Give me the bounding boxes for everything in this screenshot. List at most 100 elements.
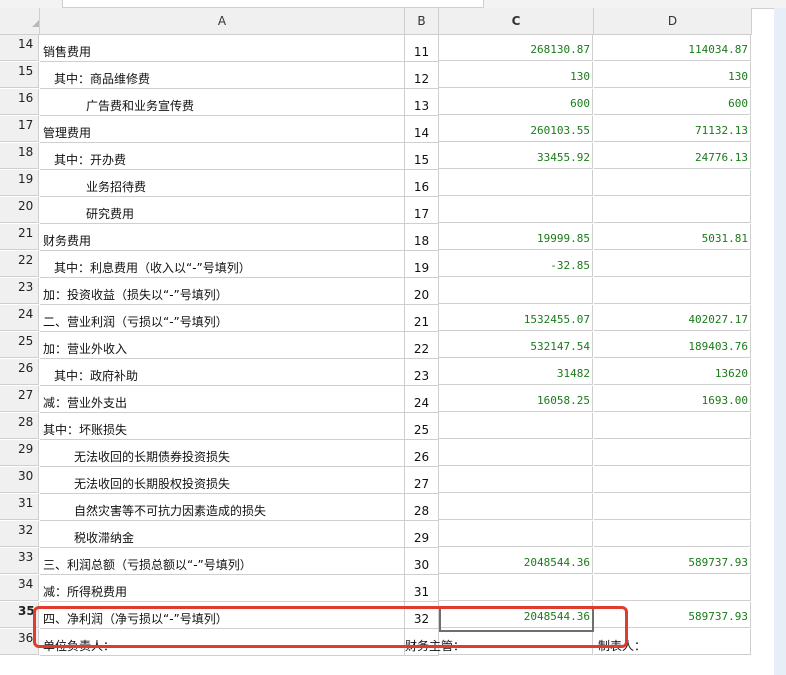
cell-line-number[interactable]: 24 bbox=[405, 386, 439, 413]
cell-line-number[interactable]: 23 bbox=[405, 359, 439, 386]
cell-item-name[interactable]: 减：所得税费用 bbox=[40, 575, 405, 602]
cell-prior-amount[interactable]: 600 bbox=[594, 89, 751, 115]
cell-prior-amount[interactable] bbox=[594, 440, 751, 466]
row-header[interactable]: 21 bbox=[0, 224, 39, 250]
cell-item-name[interactable]: 无法收回的长期股权投资损失 bbox=[40, 467, 405, 494]
cell-prior-amount[interactable] bbox=[594, 197, 751, 223]
row-header[interactable]: 14 bbox=[0, 35, 39, 61]
cell-prior-amount[interactable] bbox=[594, 278, 751, 304]
cell-item-name[interactable]: 其中：坏账损失 bbox=[40, 413, 405, 440]
formula-input[interactable] bbox=[62, 0, 484, 8]
row-header[interactable]: 19 bbox=[0, 170, 39, 196]
cell-current-amount[interactable]: 268130.87 bbox=[439, 35, 593, 61]
cell-current-amount[interactable]: 600 bbox=[439, 89, 593, 115]
cell-prior-amount[interactable] bbox=[594, 251, 751, 277]
cell-current-amount[interactable] bbox=[439, 575, 593, 601]
cell-line-number[interactable]: 15 bbox=[405, 143, 439, 170]
row-header[interactable]: 25 bbox=[0, 332, 39, 358]
cell-current-amount[interactable] bbox=[439, 197, 593, 223]
cell-item-name[interactable]: 其中：政府补助 bbox=[40, 359, 405, 386]
cell-item-name[interactable]: 业务招待费 bbox=[40, 170, 405, 197]
cell-line-number[interactable]: 17 bbox=[405, 197, 439, 224]
select-all-corner[interactable] bbox=[0, 8, 40, 35]
cell-prior-amount[interactable]: 589737.93 bbox=[594, 548, 751, 574]
cell-prior-amount[interactable]: 24776.13 bbox=[594, 143, 751, 169]
cell-line-number[interactable]: 30 bbox=[405, 548, 439, 575]
cell-line-number[interactable]: 27 bbox=[405, 467, 439, 494]
cell-line-number[interactable]: 20 bbox=[405, 278, 439, 305]
row-header[interactable]: 29 bbox=[0, 440, 39, 466]
cell-item-name[interactable]: 无法收回的长期债券投资损失 bbox=[40, 440, 405, 467]
row-header[interactable]: 28 bbox=[0, 413, 39, 439]
cell-item-name[interactable]: 财务费用 bbox=[40, 224, 405, 251]
cell-current-amount[interactable]: 130 bbox=[439, 62, 593, 88]
cell-current-amount[interactable] bbox=[439, 278, 593, 304]
cell-line-number[interactable]: 16 bbox=[405, 170, 439, 197]
row-header[interactable]: 33 bbox=[0, 548, 39, 574]
cell-item-name[interactable]: 管理费用 bbox=[40, 116, 405, 143]
cell-line-number[interactable]: 26 bbox=[405, 440, 439, 467]
row-header[interactable]: 22 bbox=[0, 251, 39, 277]
cell-item-name[interactable]: 自然灾害等不可抗力因素造成的损失 bbox=[40, 494, 405, 521]
cell-item-name[interactable]: 加：投资收益（损失以“-”号填列） bbox=[40, 278, 405, 305]
cell-item-name[interactable]: 三、利润总额（亏损总额以“-”号填列） bbox=[40, 548, 405, 575]
column-header-a[interactable]: A bbox=[40, 8, 405, 35]
cell-current-amount[interactable] bbox=[439, 494, 593, 520]
cell-current-amount[interactable]: 2048544.36 bbox=[439, 602, 593, 628]
cell-line-number[interactable]: 31 bbox=[405, 575, 439, 602]
row-header[interactable]: 23 bbox=[0, 278, 39, 304]
cell-line-number[interactable]: 18 bbox=[405, 224, 439, 251]
cell-current-amount[interactable]: 16058.25 bbox=[439, 386, 593, 412]
cell-line-number[interactable]: 32 bbox=[405, 602, 439, 629]
row-header[interactable]: 32 bbox=[0, 521, 39, 547]
cell-current-amount[interactable]: 260103.55 bbox=[439, 116, 593, 142]
cell-prior-amount[interactable]: 制表人： bbox=[594, 629, 751, 655]
row-header[interactable]: 35 bbox=[0, 602, 39, 628]
cell-item-name[interactable]: 其中：商品维修费 bbox=[40, 62, 405, 89]
row-header[interactable]: 24 bbox=[0, 305, 39, 331]
column-header-c[interactable]: C bbox=[439, 8, 594, 35]
cell-prior-amount[interactable]: 589737.93 bbox=[594, 602, 751, 628]
cell-line-number[interactable]: 21 bbox=[405, 305, 439, 332]
cell-item-name[interactable]: 广告费和业务宣传费 bbox=[40, 89, 405, 116]
cell-current-amount[interactable]: 33455.92 bbox=[439, 143, 593, 169]
cell-item-name[interactable]: 二、营业利润（亏损以“-”号填列） bbox=[40, 305, 405, 332]
cell-line-number[interactable]: 29 bbox=[405, 521, 439, 548]
cell-prior-amount[interactable]: 130 bbox=[594, 62, 751, 88]
column-header-d[interactable]: D bbox=[594, 8, 752, 35]
cell-line-number[interactable]: 12 bbox=[405, 62, 439, 89]
row-header[interactable]: 20 bbox=[0, 197, 39, 223]
cell-prior-amount[interactable]: 13620 bbox=[594, 359, 751, 385]
cell-prior-amount[interactable]: 1693.00 bbox=[594, 386, 751, 412]
cell-current-amount[interactable]: 2048544.36 bbox=[439, 548, 593, 574]
cell-current-amount[interactable]: -32.85 bbox=[439, 251, 593, 277]
cell-prior-amount[interactable] bbox=[594, 170, 751, 196]
cell-line-number[interactable]: 19 bbox=[405, 251, 439, 278]
row-header[interactable]: 34 bbox=[0, 575, 39, 601]
cell-item-name[interactable]: 加：营业外收入 bbox=[40, 332, 405, 359]
cell-line-number[interactable]: 28 bbox=[405, 494, 439, 521]
cell-item-name[interactable]: 单位负责人： bbox=[40, 629, 405, 656]
cell-prior-amount[interactable] bbox=[594, 521, 751, 547]
row-header[interactable]: 16 bbox=[0, 89, 39, 115]
cell-prior-amount[interactable] bbox=[594, 494, 751, 520]
cell-line-number[interactable]: 财务主管： bbox=[405, 629, 465, 656]
cell-item-name[interactable]: 四、净利润（净亏损以“-”号填列） bbox=[40, 602, 405, 629]
cell-current-amount[interactable]: 532147.54 bbox=[439, 332, 593, 358]
cell-prior-amount[interactable]: 5031.81 bbox=[594, 224, 751, 250]
cell-prior-amount[interactable]: 71132.13 bbox=[594, 116, 751, 142]
cell-current-amount[interactable] bbox=[439, 521, 593, 547]
cell-current-amount[interactable] bbox=[439, 170, 593, 196]
cell-prior-amount[interactable] bbox=[594, 575, 751, 601]
cell-prior-amount[interactable]: 189403.76 bbox=[594, 332, 751, 358]
row-header[interactable]: 30 bbox=[0, 467, 39, 493]
cell-current-amount[interactable]: 31482 bbox=[439, 359, 593, 385]
row-header[interactable]: 36 bbox=[0, 629, 39, 655]
cell-current-amount[interactable] bbox=[439, 467, 593, 493]
cell-current-amount[interactable] bbox=[439, 629, 593, 655]
cell-line-number[interactable]: 25 bbox=[405, 413, 439, 440]
row-header[interactable]: 18 bbox=[0, 143, 39, 169]
cell-line-number[interactable]: 14 bbox=[405, 116, 439, 143]
cell-current-amount[interactable] bbox=[439, 413, 593, 439]
cell-item-name[interactable]: 研究费用 bbox=[40, 197, 405, 224]
